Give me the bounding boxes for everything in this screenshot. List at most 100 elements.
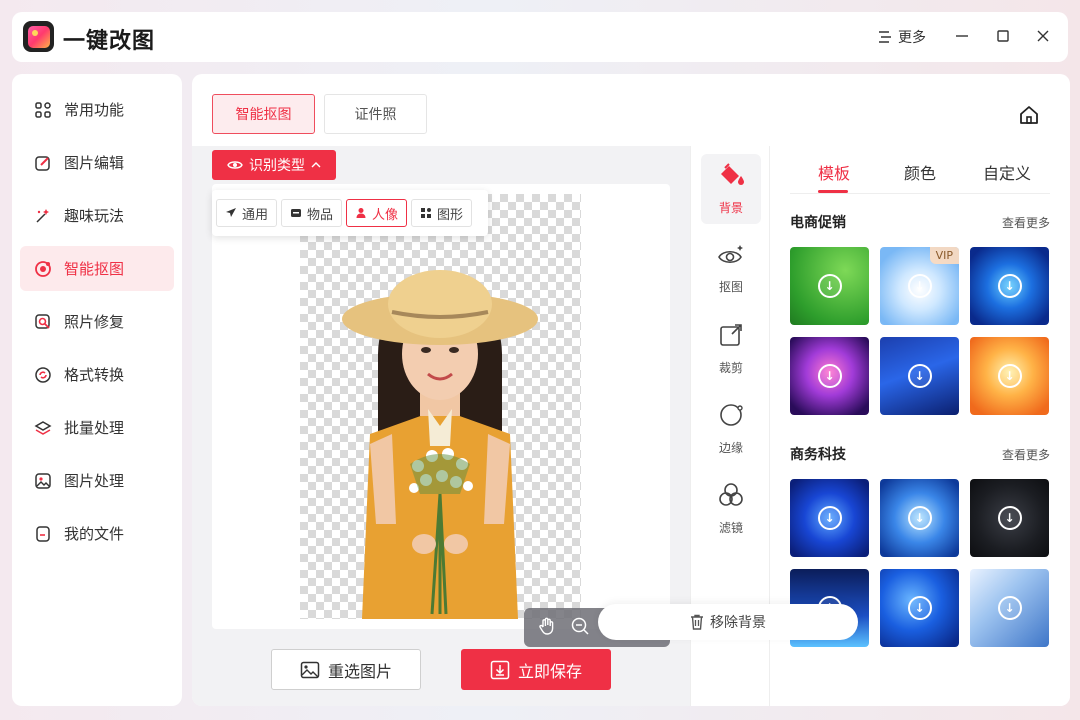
recognize-type-popup: 通用 物品 人像 图形 — [212, 190, 488, 236]
transparent-background — [300, 194, 581, 619]
template-thumbnail[interactable]: ↓ — [880, 479, 959, 557]
reselect-image-button[interactable]: 重选图片 — [271, 649, 421, 690]
sidebar-item-label: 趣味玩法 — [64, 207, 125, 225]
more-button[interactable]: 更多 — [878, 27, 926, 47]
sidebar-item-files[interactable]: 我的文件 — [20, 511, 174, 556]
hand-pan-icon[interactable] — [537, 616, 557, 640]
template-thumbnail[interactable]: ↓ — [970, 569, 1049, 647]
tool-cutout[interactable]: 抠图 — [701, 234, 761, 304]
sidebar-item-fun[interactable]: 趣味玩法 — [20, 193, 174, 238]
tool-label: 裁剪 — [718, 361, 743, 375]
template-thumbnail[interactable]: ↓ — [970, 247, 1049, 325]
eye-sparkle-icon — [717, 243, 745, 270]
template-thumbnail[interactable]: ↓ — [790, 337, 869, 415]
repair-icon — [34, 313, 52, 331]
person-icon — [356, 208, 366, 218]
layers-icon — [34, 419, 52, 437]
template-thumbnail[interactable]: ↓ — [880, 337, 959, 415]
sidebar-item-label: 图片处理 — [64, 472, 125, 490]
download-icon: ↓ — [817, 364, 842, 388]
maximize-button[interactable] — [991, 24, 1015, 48]
cutout-icon — [34, 260, 52, 278]
download-icon: ↓ — [907, 596, 932, 620]
section-title-business-tech: 商务科技 — [790, 447, 846, 463]
home-icon[interactable] — [1018, 104, 1040, 130]
tool-background[interactable]: 背景 — [701, 154, 761, 224]
type-object[interactable]: 物品 — [281, 199, 343, 227]
navigation-icon — [226, 208, 236, 217]
type-portrait[interactable]: 人像 — [346, 199, 408, 227]
panel-divider — [790, 193, 1050, 194]
minimize-button[interactable] — [950, 24, 974, 48]
edge-icon — [718, 402, 744, 431]
recognize-type-label: 识别类型 — [249, 158, 305, 174]
sidebar-item-convert[interactable]: 格式转换 — [20, 352, 174, 397]
app-title: 一键改图 — [63, 29, 156, 54]
image-icon — [34, 472, 52, 490]
tab-id-photo[interactable]: 证件照 — [324, 94, 427, 134]
shapes-icon — [421, 208, 432, 218]
file-icon — [34, 525, 52, 543]
app-logo — [23, 21, 54, 52]
tool-edge[interactable]: 边缘 — [701, 394, 761, 464]
box-icon — [291, 209, 302, 217]
sidebar-item-edit[interactable]: 图片编辑 — [20, 140, 174, 185]
type-label: 通用 — [242, 207, 269, 223]
tool-crop[interactable]: 裁剪 — [701, 314, 761, 384]
sidebar-item-label: 我的文件 — [64, 525, 125, 543]
crop-icon — [718, 322, 744, 351]
tool-filter[interactable]: 滤镜 — [701, 474, 761, 544]
sidebar-item-label: 格式转换 — [64, 366, 125, 384]
vip-badge: VIP — [929, 247, 959, 264]
template-thumbnail[interactable]: ↓ VIP — [880, 247, 959, 325]
remove-background-label: 移除背景 — [710, 615, 766, 631]
download-icon: ↓ — [907, 364, 932, 388]
section-title-ecommerce: 电商促销 — [790, 215, 846, 231]
template-thumbnail[interactable]: ↓ — [880, 569, 959, 647]
minimize-icon — [956, 35, 968, 37]
tab-smart-cutout[interactable]: 智能抠图 — [212, 94, 315, 134]
template-thumbnail[interactable]: ↓ — [790, 479, 869, 557]
download-icon: ↓ — [817, 274, 842, 298]
recognize-type-button[interactable]: 识别类型 — [212, 150, 336, 180]
close-button[interactable] — [1031, 24, 1055, 48]
portrait-image — [342, 270, 538, 619]
sidebar-item-label: 批量处理 — [64, 419, 125, 437]
remove-background-button[interactable]: 移除背景 — [598, 604, 858, 640]
save-now-button[interactable]: 立即保存 — [461, 649, 611, 690]
see-more-business-tech[interactable]: 查看更多 — [1002, 446, 1050, 463]
download-icon: ↓ — [817, 506, 842, 530]
template-thumbnail[interactable]: ↓ — [790, 247, 869, 325]
sidebar-item-batch[interactable]: 批量处理 — [20, 405, 174, 450]
close-icon — [1037, 30, 1049, 42]
type-graphic[interactable]: 图形 — [411, 199, 473, 227]
paint-bucket-icon — [717, 162, 745, 191]
sidebar-item-common[interactable]: 常用功能 — [20, 87, 174, 132]
panel-tab-template[interactable]: 模板 — [818, 160, 850, 184]
template-thumbnail[interactable]: ↓ — [970, 337, 1049, 415]
download-icon: ↓ — [907, 506, 932, 530]
template-thumbnail[interactable]: ↓ — [970, 479, 1049, 557]
sidebar-item-image[interactable]: 图片处理 — [20, 458, 174, 503]
panel-tab-color[interactable]: 颜色 — [904, 160, 936, 184]
convert-icon — [34, 366, 52, 384]
type-label: 图形 — [437, 207, 464, 223]
sidebar-item-label: 常用功能 — [64, 101, 125, 119]
download-icon: ↓ — [997, 274, 1022, 298]
eye-icon — [227, 161, 243, 169]
see-more-ecommerce[interactable]: 查看更多 — [1002, 214, 1050, 231]
download-icon — [490, 660, 510, 679]
download-icon: ↓ — [997, 364, 1022, 388]
tool-label: 边缘 — [718, 441, 743, 455]
panel-tab-custom[interactable]: 自定义 — [983, 160, 1031, 184]
sidebar-item-repair[interactable]: 照片修复 — [20, 299, 174, 344]
sidebar: 常用功能 图片编辑 趣味玩法 智能抠图 照片修复 格式转换 批量处理 图片处理 … — [12, 74, 182, 706]
sidebar-item-cutout[interactable]: 智能抠图 — [20, 246, 174, 291]
sidebar-item-label: 图片编辑 — [64, 154, 125, 172]
zoom-out-icon[interactable] — [570, 616, 590, 640]
more-label: 更多 — [898, 30, 926, 46]
title-bar: 一键改图 更多 — [12, 12, 1068, 62]
type-general[interactable]: 通用 — [216, 199, 278, 227]
image-canvas[interactable] — [212, 184, 670, 647]
menu-icon — [879, 31, 891, 43]
